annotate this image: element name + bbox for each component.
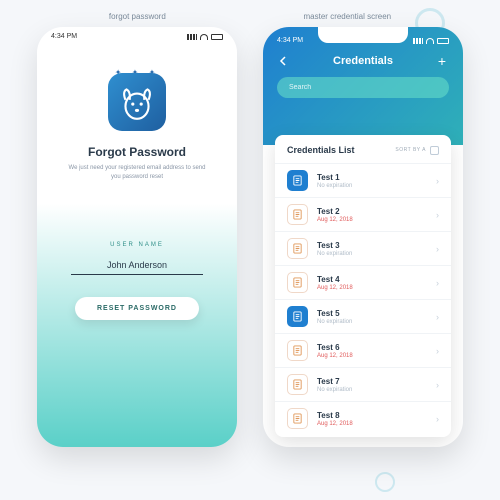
wifi-icon [200,34,208,40]
phone-forgot-password: 4:34 PM ✦ ✦ ✦ Forgot Password We just ne… [37,27,237,447]
sort-icon [430,146,439,155]
list-item[interactable]: Test 2Aug 12, 2018 › [275,197,451,231]
reset-password-button[interactable]: RESET PASSWORD [75,297,199,320]
chevron-right-icon: › [436,380,439,390]
list-item[interactable]: Test 1No expiration › [275,163,451,197]
header: 4:34 PM Credentials + [263,27,463,145]
item-title: Test 5 [317,309,427,318]
page-subtitle: We just need your registered email addre… [37,164,237,182]
credential-icon [287,408,308,429]
item-title: Test 8 [317,411,427,420]
credential-icon [287,306,308,327]
app-logo [108,73,166,131]
status-time: 4:34 PM [277,37,303,44]
item-title: Test 6 [317,343,427,352]
credential-icon [287,272,308,293]
list-item[interactable]: Test 5No expiration › [275,299,451,333]
back-button[interactable] [277,54,291,68]
list-item[interactable]: Test 3No expiration › [275,231,451,265]
username-label: USER NAME [110,242,164,248]
list-item[interactable]: Test 8Aug 12, 2018 › [275,401,451,435]
phone-credentials: 4:34 PM Credentials + Credentials List S… [263,27,463,447]
decoration-circle [375,472,395,492]
item-title: Test 2 [317,207,427,216]
nav-title: Credentials [333,55,393,67]
status-time: 4:34 PM [51,33,77,40]
item-title: Test 4 [317,275,427,284]
item-title: Test 3 [317,241,427,250]
credential-icon [287,204,308,225]
screen-label-left: forgot password [109,12,166,21]
list-item[interactable]: Test 7No expiration › [275,367,451,401]
chevron-right-icon: › [436,210,439,220]
dog-icon [116,81,158,123]
chevron-right-icon: › [436,312,439,322]
status-bar: 4:34 PM [37,27,237,42]
item-subtitle: No expiration [317,183,427,189]
chevron-right-icon: › [436,414,439,424]
chevron-right-icon: › [436,244,439,254]
battery-icon [437,38,449,44]
item-subtitle: Aug 12, 2018 [317,217,427,223]
list-item[interactable]: Test 6Aug 12, 2018 › [275,333,451,367]
username-input[interactable] [71,256,203,275]
sort-control[interactable]: SORT BY A [395,146,439,155]
signal-icon [187,34,197,40]
credential-icon [287,374,308,395]
item-subtitle: Aug 12, 2018 [317,421,427,427]
item-subtitle: No expiration [317,387,427,393]
battery-icon [211,34,223,40]
credential-icon [287,340,308,361]
credentials-list: Test 1No expiration›Test 2Aug 12, 2018›T… [275,163,451,437]
chevron-right-icon: › [436,346,439,356]
wifi-icon [426,38,434,44]
add-button[interactable]: + [435,54,449,68]
chevron-right-icon: › [436,278,439,288]
signal-icon [413,38,423,44]
search-input[interactable] [277,77,449,98]
chevron-right-icon: › [436,176,439,186]
credential-icon [287,238,308,259]
credentials-card: Credentials List SORT BY A Test 1No expi… [275,135,451,437]
page-title: Forgot Password [88,145,186,159]
sort-label: SORT BY A [395,147,426,153]
item-subtitle: Aug 12, 2018 [317,353,427,359]
item-subtitle: Aug 12, 2018 [317,285,427,291]
list-title: Credentials List [287,145,355,155]
item-subtitle: No expiration [317,319,427,325]
credential-icon [287,170,308,191]
status-bar: 4:34 PM [263,31,463,46]
item-title: Test 7 [317,377,427,386]
screen-label-right: master credential screen [304,12,392,21]
item-title: Test 1 [317,173,427,182]
list-item[interactable]: Test 4Aug 12, 2018 › [275,265,451,299]
item-subtitle: No expiration [317,251,427,257]
